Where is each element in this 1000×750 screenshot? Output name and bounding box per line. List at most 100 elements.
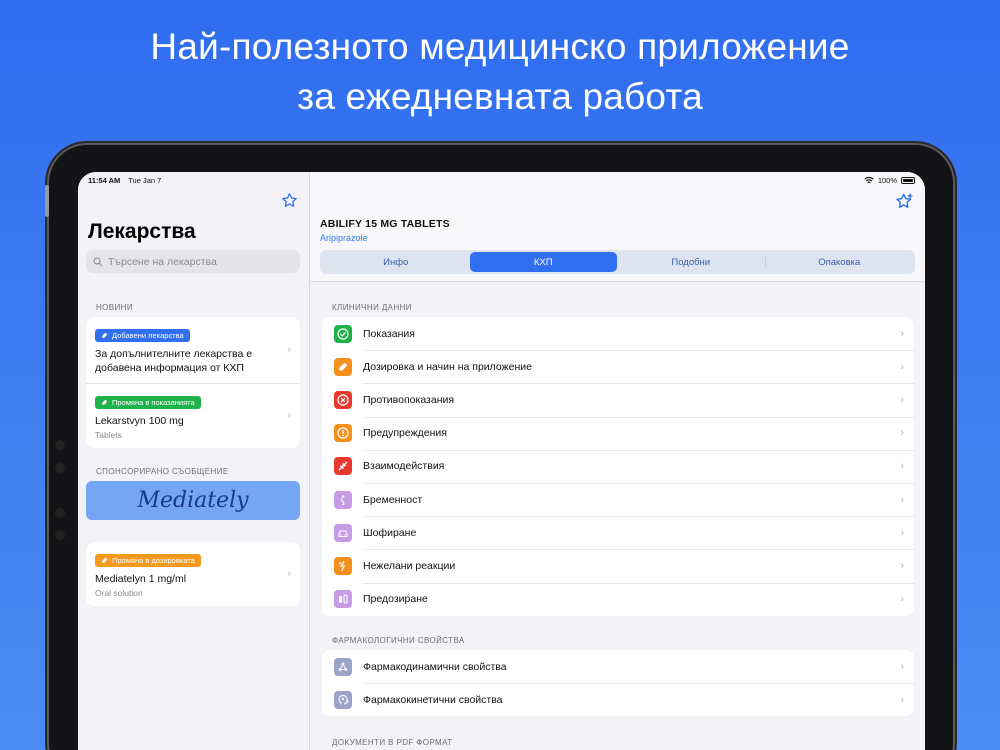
status-right: 100% — [864, 176, 915, 185]
list-item-contraindications[interactable]: Противопоказания › — [322, 383, 914, 416]
list-item-pregnancy[interactable]: Бременност › — [322, 482, 914, 516]
pill-icon — [334, 357, 352, 376]
headline-line-1: Най-полезното медицинско приложение — [150, 26, 850, 67]
news-item[interactable]: Промяна в дозировката Mediatelyn 1 mg/ml… — [86, 542, 300, 606]
news-card: Промяна в дозировката Mediatelyn 1 mg/ml… — [86, 542, 300, 606]
head-icon — [334, 690, 352, 709]
detail-pane: ABILIFY 15 MG TABLETS Aripiprazole Инфо … — [310, 172, 925, 750]
warning-icon — [334, 424, 352, 443]
clinical-list: Показания › Дозировка и начин на приложе… — [322, 317, 914, 616]
news-card: Добавени лекарства За допълнителните лек… — [86, 317, 300, 448]
row-label: Взаимодействия — [363, 460, 445, 473]
status-date: Tue Jan 7 — [128, 175, 162, 185]
tab-info[interactable]: Инфо — [322, 252, 470, 272]
chevron-right-icon: › — [900, 327, 904, 340]
chevron-right-icon: › — [900, 559, 904, 572]
row-label: Показания — [363, 327, 415, 340]
pharma-list: Фармакодинамични свойства › Фармакокинет… — [322, 650, 914, 717]
row-label: Предозиране — [363, 593, 428, 606]
news-item[interactable]: Добавени лекарства За допълнителните лек… — [86, 317, 300, 383]
chevron-right-icon: › — [900, 693, 904, 706]
row-label: Противопоказания — [363, 393, 455, 406]
camera-dot — [55, 440, 65, 450]
row-label: Фармакодинамични свойства — [363, 660, 507, 673]
list-item-driving[interactable]: Шофиране › — [322, 516, 914, 549]
news-subtitle: Oral solution — [95, 588, 143, 598]
search-input[interactable]: Търсене на лекарства — [86, 250, 300, 273]
row-label: Дозировка и начин на приложение — [363, 360, 532, 373]
sponsor-logo: Mediately — [137, 488, 249, 513]
sidebar: Лекарства Търсене на лекарства НОВИНИ До… — [78, 172, 310, 750]
arrows-icon — [334, 457, 352, 476]
clinical-section-label: КЛИНИЧНИ ДАННИ — [332, 303, 412, 312]
overdose-icon — [334, 590, 352, 609]
news-section-label: НОВИНИ — [96, 303, 134, 312]
battery-icon — [901, 176, 915, 184]
news-badge: Добавени лекарства — [95, 329, 190, 342]
news-badge: Промяна в показанията — [95, 396, 201, 409]
wifi-icon — [864, 176, 874, 184]
headline-line-2: за ежедневната работа — [297, 76, 703, 117]
status-bar: 11:54 AM Tue Jan 7 100% — [78, 172, 925, 188]
news-title: Lekarstvyn 100 mg — [95, 415, 184, 427]
list-item-interactions[interactable]: Взаимодействия › — [322, 449, 914, 483]
row-label: Предупреждения — [363, 427, 447, 440]
chevron-right-icon: › — [900, 427, 904, 440]
tab-smpc[interactable]: КХП — [469, 252, 617, 272]
news-badge-label: Добавени лекарства — [112, 331, 184, 340]
list-item-indications[interactable]: Показания › — [322, 317, 914, 350]
battery-percent: 100% — [877, 175, 897, 185]
sponsor-banner[interactable]: Mediately — [86, 481, 300, 520]
favorites-star-icon[interactable] — [281, 192, 298, 209]
row-label: Нежелани реакции — [363, 559, 456, 572]
list-item-side-effects[interactable]: Нежелани реакции › — [322, 549, 914, 582]
list-item-overdose[interactable]: Предозиране › — [322, 582, 914, 616]
camera-dot — [55, 463, 65, 473]
chevron-right-icon: › — [900, 593, 904, 606]
chevron-right-icon: › — [287, 568, 291, 580]
news-item[interactable]: Промяна в показанията Lekarstvyn 100 mg … — [86, 383, 300, 448]
row-label: Шофиране — [363, 526, 417, 539]
chevron-right-icon: › — [900, 493, 904, 506]
drug-substance-link[interactable]: Aripiprazole — [320, 233, 368, 243]
drug-name: ABILIFY 15 MG TABLETS — [320, 218, 450, 230]
cross-circle-icon — [334, 390, 352, 409]
pill-icon — [102, 333, 107, 338]
list-item-warnings[interactable]: Предупреждения › — [322, 416, 914, 450]
tab-package[interactable]: Опаковка — [766, 252, 914, 272]
volume-button — [45, 185, 49, 217]
tab-similar[interactable]: Подобни — [617, 252, 765, 272]
segmented-control: Инфо КХП Подобни Опаковка — [320, 250, 915, 274]
add-favorite-star-icon[interactable] — [895, 192, 914, 211]
news-badge-label: Промяна в дозировката — [112, 556, 195, 565]
chevron-right-icon: › — [287, 344, 291, 356]
list-item-pharmacodynamics[interactable]: Фармакодинамични свойства › — [322, 650, 914, 683]
chevron-right-icon: › — [900, 360, 904, 373]
pregnancy-icon — [334, 490, 352, 509]
page-title: Лекарства — [88, 220, 196, 243]
reaction-icon — [334, 556, 352, 575]
search-icon — [93, 257, 103, 266]
headline: Най-полезното медицинско приложение за е… — [0, 22, 1000, 122]
camera-dot — [55, 530, 65, 540]
check-icon — [334, 324, 352, 343]
list-item-dosage[interactable]: Дозировка и начин на приложение › — [322, 350, 914, 383]
pdf-section-label: ДОКУМЕНТИ В PDF ФОРМАТ — [332, 738, 453, 747]
news-title: За допълнителните лекарства е добавена и… — [95, 348, 253, 374]
app-screen: Лекарства Търсене на лекарства НОВИНИ До… — [78, 172, 925, 750]
molecule-icon — [334, 657, 352, 676]
pharma-section-label: ФАРМАКОЛОГИЧНИ СВОЙСТВА — [332, 636, 465, 645]
news-title: Mediatelyn 1 mg/ml — [95, 573, 187, 585]
news-subtitle: Tablets — [95, 430, 122, 440]
chevron-right-icon: › — [900, 460, 904, 473]
chevron-right-icon: › — [900, 393, 904, 406]
car-icon — [334, 523, 352, 542]
chevron-right-icon: › — [900, 526, 904, 539]
news-badge: Промяна в дозировката — [95, 554, 201, 567]
news-badge-label: Промяна в показанията — [112, 398, 195, 407]
status-time: 11:54 AM — [88, 175, 121, 185]
list-item-pharmacokinetics[interactable]: Фармакокинетични свойства › — [322, 683, 914, 716]
pill-icon — [102, 400, 107, 405]
pill-icon — [102, 558, 107, 563]
row-label: Бременност — [363, 493, 423, 506]
